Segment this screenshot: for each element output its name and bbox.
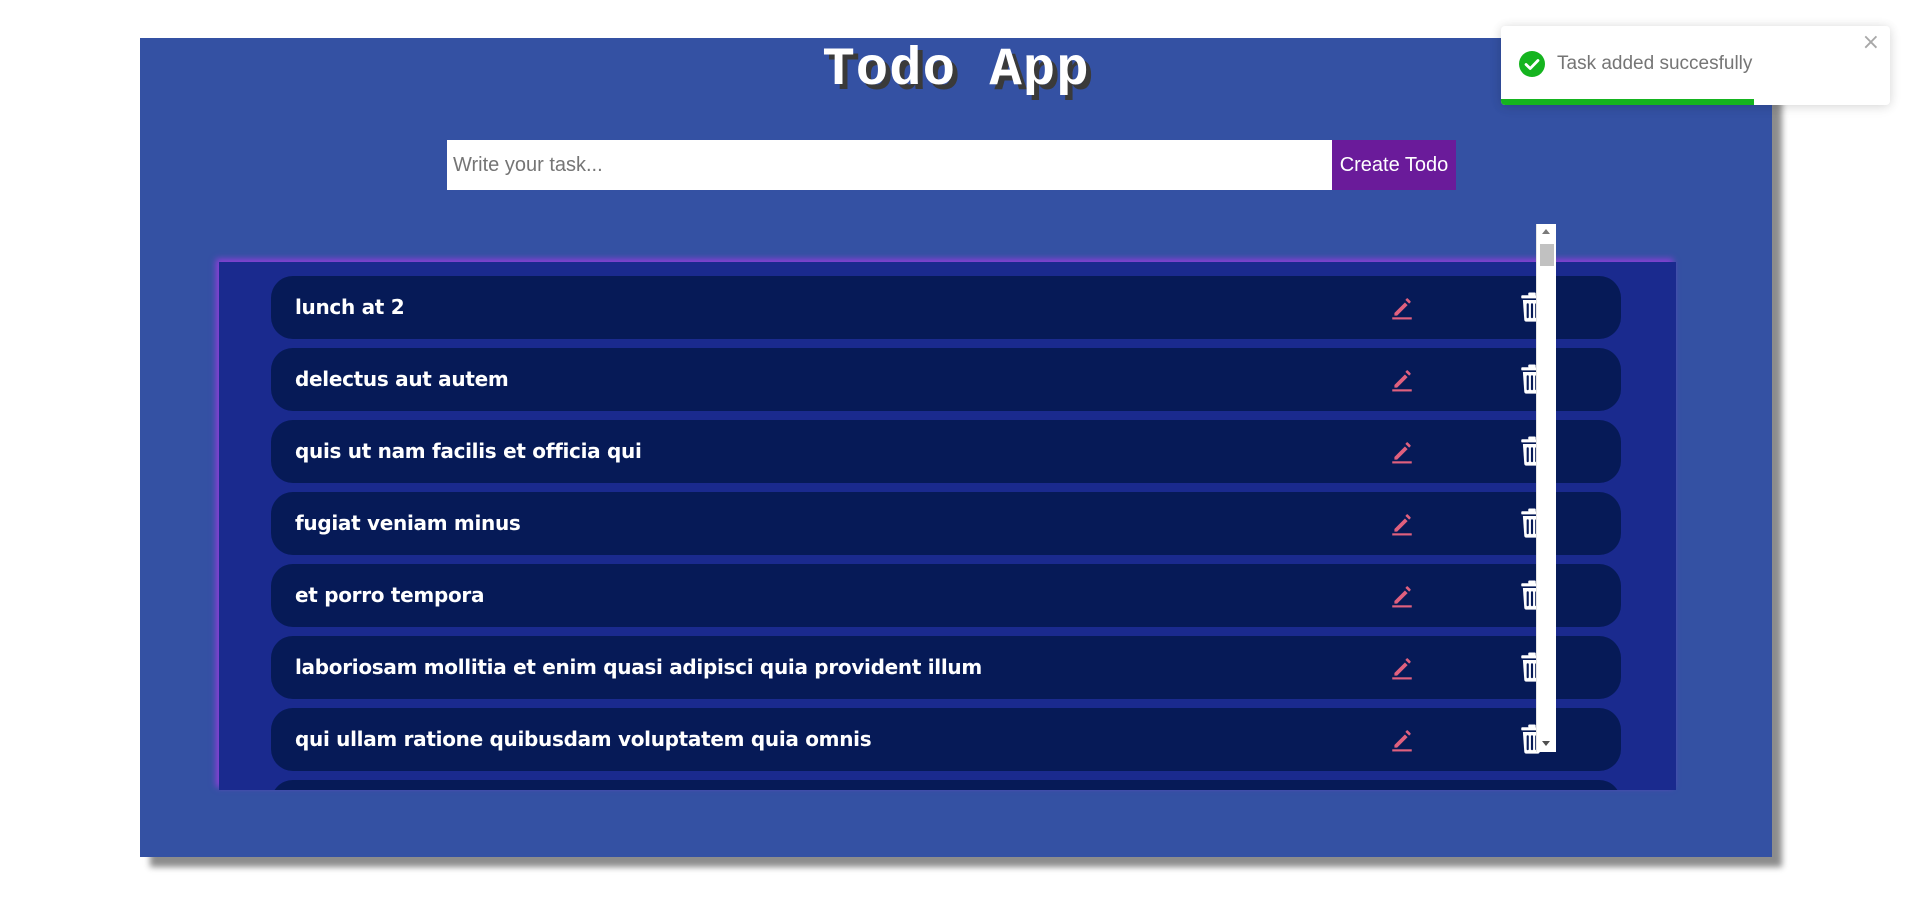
pencil-icon[interactable] (1389, 438, 1415, 464)
todo-item (271, 780, 1621, 790)
close-icon[interactable]: × (1862, 32, 1880, 54)
todo-text: delectus aut autem (295, 367, 509, 391)
todo-item: delectus aut autem (271, 348, 1621, 411)
success-toast: Task added succesfully × (1501, 26, 1890, 105)
scroll-up-arrow-icon[interactable] (1542, 229, 1550, 234)
pencil-icon[interactable] (1389, 654, 1415, 680)
pencil-icon[interactable] (1389, 294, 1415, 320)
toast-message: Task added succesfully (1557, 53, 1753, 74)
todo-text: quis ut nam facilis et officia qui (295, 439, 642, 463)
create-todo-button[interactable]: Create Todo (1332, 140, 1456, 190)
todo-item: laboriosam mollitia et enim quasi adipis… (271, 636, 1621, 699)
add-todo-form: Create Todo (447, 140, 1456, 190)
todo-text: et porro tempora (295, 583, 485, 607)
todo-text: fugiat veniam minus (295, 511, 521, 535)
todo-item: quis ut nam facilis et officia qui (271, 420, 1621, 483)
todo-app-container: Todo App Create Todo lunch at 2delectus … (140, 38, 1772, 857)
todo-list[interactable]: lunch at 2 delectus aut autem quis ut nam … (219, 262, 1676, 790)
todo-text: laboriosam mollitia et enim quasi adipis… (295, 655, 982, 679)
todo-text: lunch at 2 (295, 295, 405, 319)
todo-text: qui ullam ratione quibusdam voluptatem q… (295, 727, 872, 751)
pencil-icon[interactable] (1389, 366, 1415, 392)
scroll-down-arrow-icon[interactable] (1542, 741, 1550, 746)
todo-item: lunch at 2 (271, 276, 1621, 339)
todo-item: et porro tempora (271, 564, 1621, 627)
todo-item: fugiat veniam minus (271, 492, 1621, 555)
todo-list-scrollbar[interactable] (1536, 224, 1556, 752)
task-input[interactable] (447, 140, 1332, 190)
pencil-icon[interactable] (1389, 726, 1415, 752)
toast-progress-bar (1501, 99, 1754, 105)
check-circle-icon (1519, 51, 1545, 77)
pencil-icon[interactable] (1389, 510, 1415, 536)
todo-item: qui ullam ratione quibusdam voluptatem q… (271, 708, 1621, 771)
scroll-thumb[interactable] (1540, 244, 1554, 266)
pencil-icon[interactable] (1389, 582, 1415, 608)
